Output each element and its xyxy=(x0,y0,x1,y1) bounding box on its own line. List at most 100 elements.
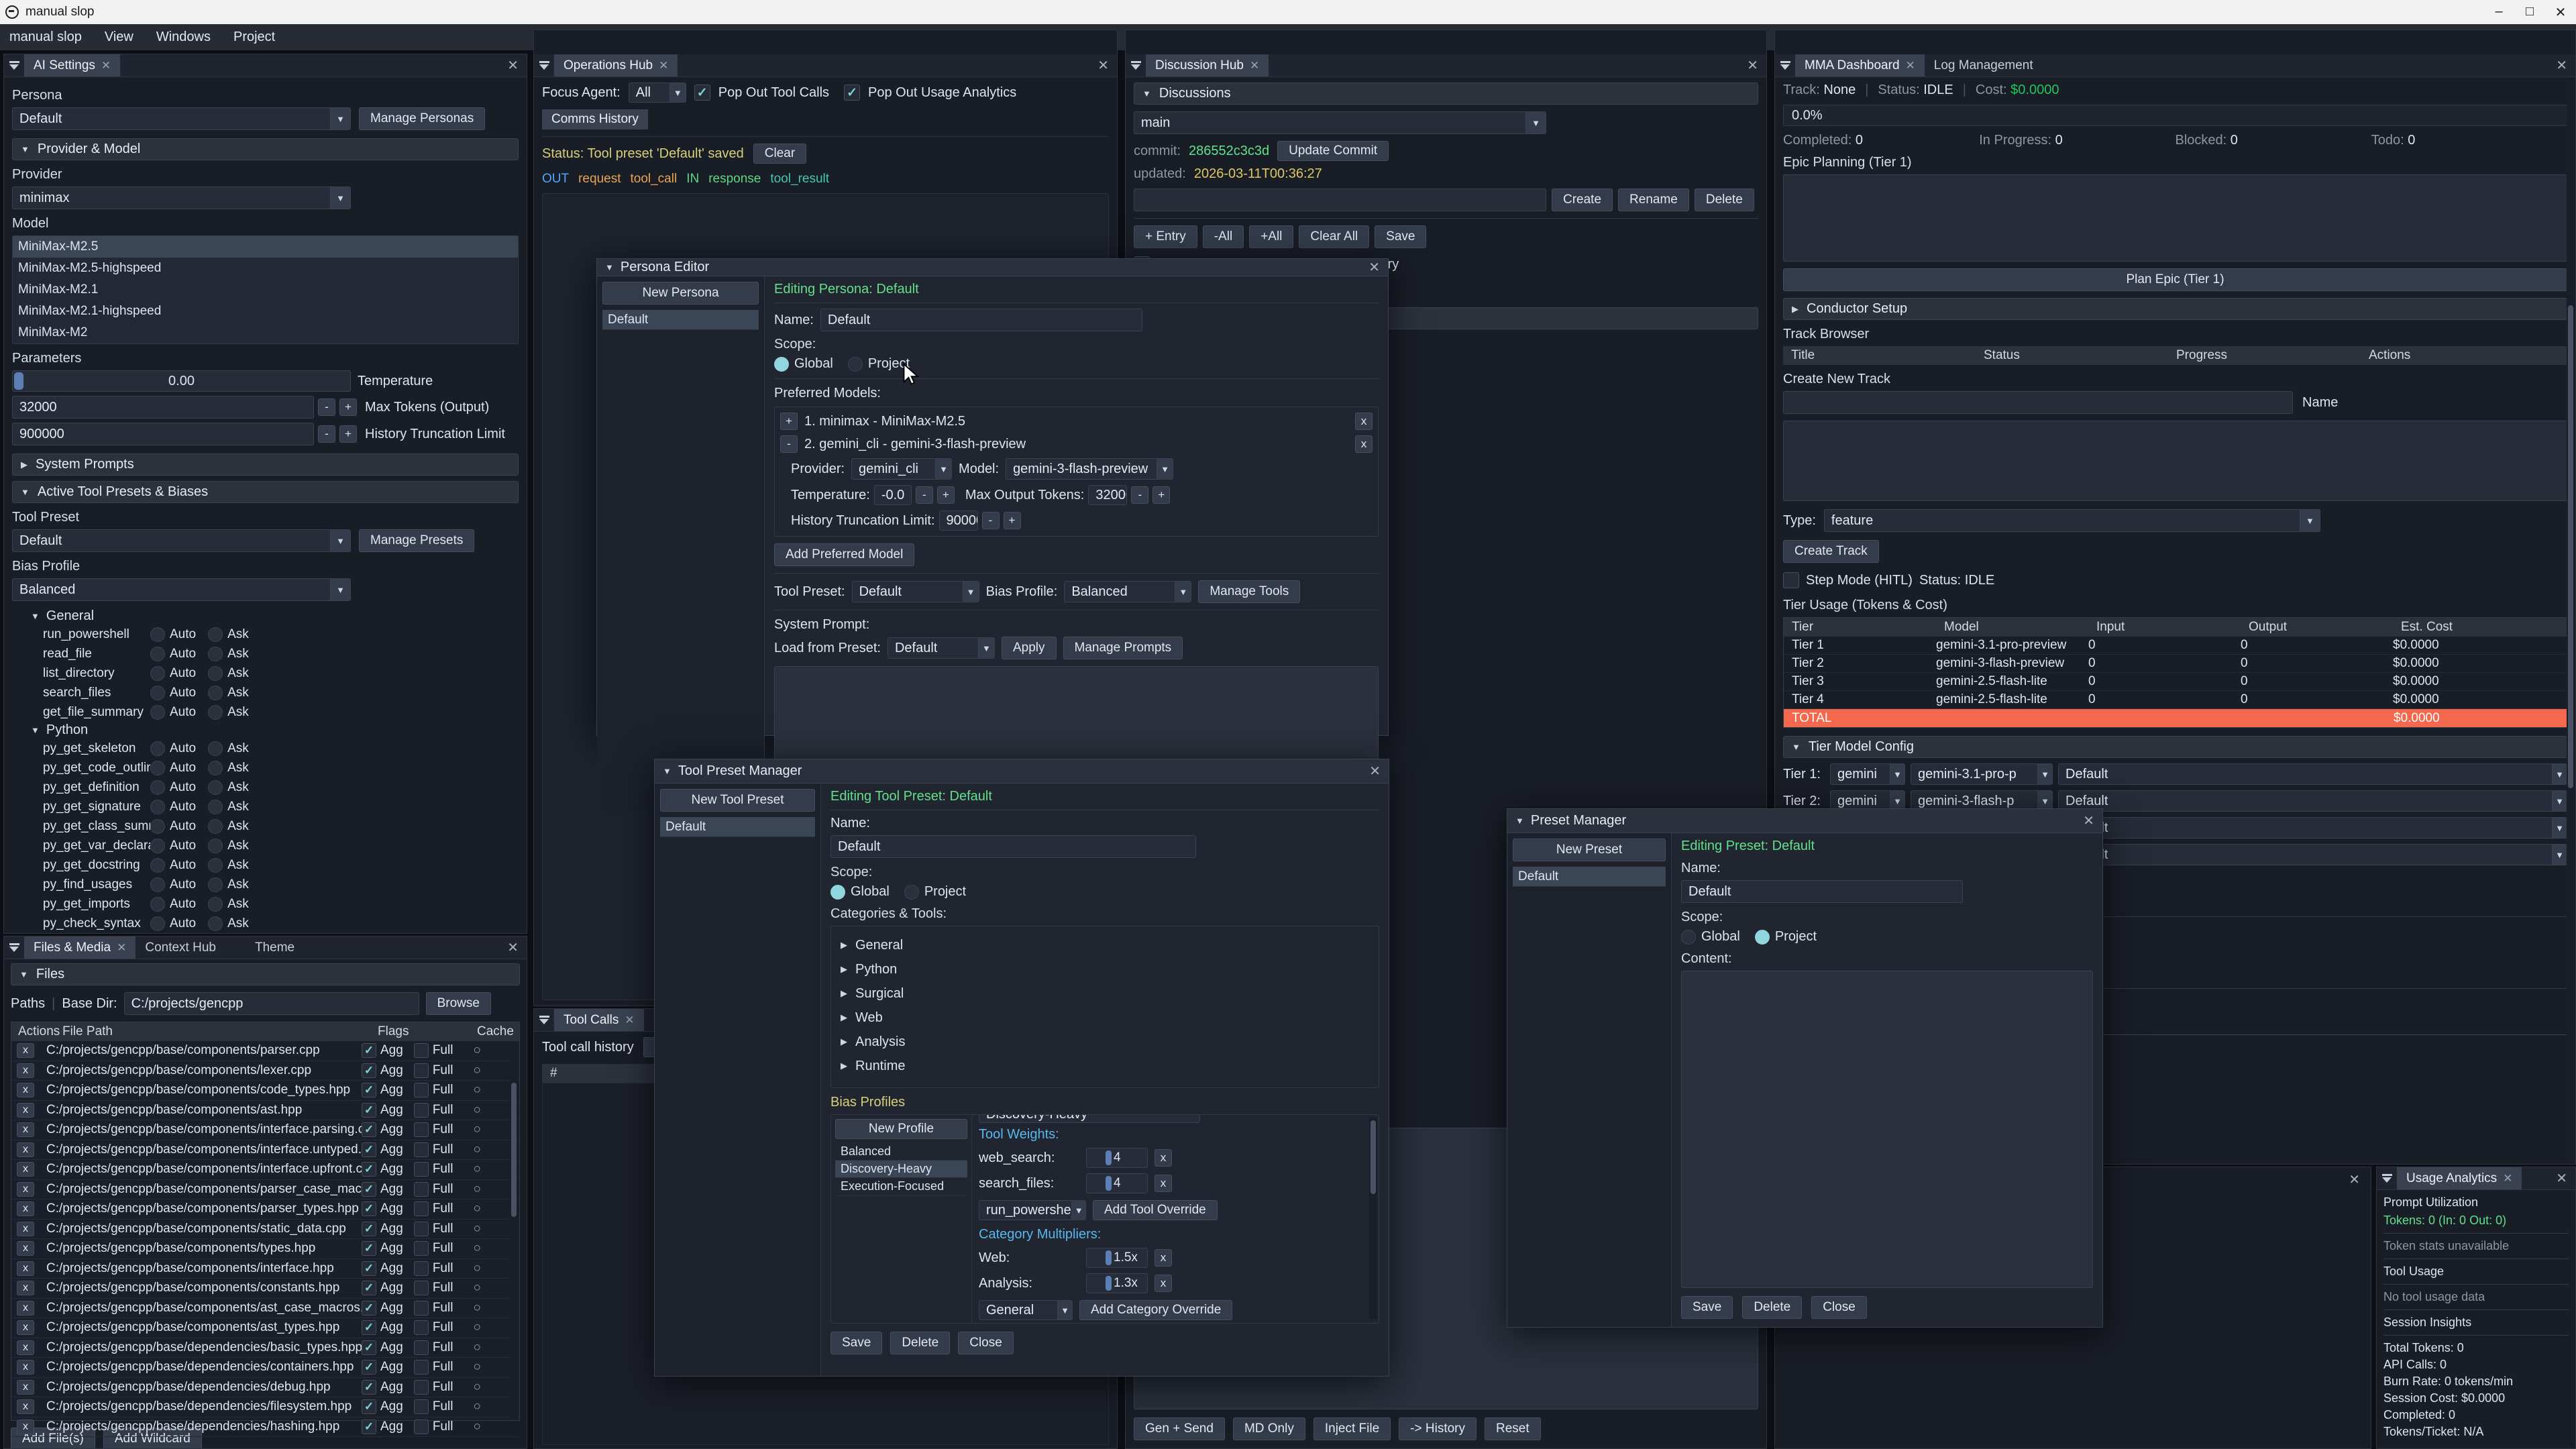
compose-button[interactable]: MD Only xyxy=(1233,1417,1305,1440)
dock-menu-icon[interactable] xyxy=(1126,54,1146,76)
entry-button[interactable]: + Entry xyxy=(1134,225,1197,248)
full-checkbox[interactable]: ✓ xyxy=(414,1380,429,1395)
close-button[interactable]: ✕ xyxy=(2545,4,2576,21)
category-node[interactable]: ▶ General xyxy=(841,933,1369,957)
file-row[interactable]: x C:/projects/gencpp/base/components/con… xyxy=(11,1279,519,1299)
full-checkbox[interactable]: ✓ xyxy=(414,1063,429,1078)
panel-close-icon[interactable]: ✕ xyxy=(2341,1171,2368,1188)
tool-preset-name-input[interactable]: Default xyxy=(830,835,1196,858)
profile-name-input[interactable]: Discovery-Heavy xyxy=(979,1114,1200,1123)
popout-tool-calls-checkbox[interactable]: ✓ xyxy=(694,85,710,101)
category-node[interactable]: ▶ Python xyxy=(841,957,1369,981)
ask-radio[interactable] xyxy=(208,916,223,931)
decrement-button[interactable]: - xyxy=(1131,486,1148,504)
full-checkbox[interactable]: ✓ xyxy=(414,1222,429,1236)
ask-radio[interactable] xyxy=(208,819,223,834)
tier-provider-select[interactable]: gemini ▼ xyxy=(1830,763,1905,785)
manage-personas-button[interactable]: Manage Personas xyxy=(359,107,485,130)
move-up-button[interactable]: + xyxy=(780,413,798,430)
max-tokens-input[interactable]: 32000 xyxy=(12,396,314,419)
remove-file-button[interactable]: x xyxy=(17,1241,34,1256)
tier-preset-select[interactable]: Default ▼ xyxy=(2058,817,2567,839)
file-row[interactable]: x C:/projects/gencpp/base/components/ast… xyxy=(11,1318,519,1338)
dialog-close-icon[interactable]: ✕ xyxy=(1368,259,1380,276)
scope-global-radio[interactable] xyxy=(774,357,789,372)
remove-file-button[interactable]: x xyxy=(17,1043,34,1058)
full-checkbox[interactable]: ✓ xyxy=(414,1301,429,1316)
ask-radio[interactable] xyxy=(208,627,223,642)
agg-checkbox[interactable]: ✓ xyxy=(362,1201,376,1216)
increment-button[interactable]: + xyxy=(339,425,357,443)
weight-slider[interactable]: 4 xyxy=(1086,1148,1148,1168)
slider-handle[interactable] xyxy=(14,372,23,390)
file-row[interactable]: x C:/projects/gencpp/base/components/int… xyxy=(11,1140,519,1161)
file-row[interactable]: x C:/projects/gencpp/base/components/par… xyxy=(11,1180,519,1200)
tier-preset-select[interactable]: Default ▼ xyxy=(2058,763,2567,785)
remove-weight-button[interactable]: x xyxy=(1155,1175,1172,1192)
decrement-button[interactable]: - xyxy=(982,512,1000,529)
increment-button[interactable]: + xyxy=(1004,512,1021,529)
agg-checkbox[interactable]: ✓ xyxy=(362,1419,376,1434)
ask-radio[interactable] xyxy=(208,877,223,892)
full-checkbox[interactable]: ✓ xyxy=(414,1281,429,1295)
preset-list-item[interactable]: Default xyxy=(1513,867,1666,887)
full-checkbox[interactable]: ✓ xyxy=(414,1201,429,1216)
remove-file-button[interactable]: x xyxy=(17,1201,34,1216)
menu-item[interactable]: manual slop xyxy=(9,30,82,45)
scope-global-radio[interactable] xyxy=(830,885,845,900)
agg-checkbox[interactable]: ✓ xyxy=(362,1301,376,1316)
model-list-item[interactable]: MiniMax-M2.5-highspeed xyxy=(13,258,518,279)
entry-button[interactable]: Save xyxy=(1375,225,1426,248)
bias-profile-item[interactable]: Execution-Focused xyxy=(835,1178,967,1195)
agg-checkbox[interactable]: ✓ xyxy=(362,1360,376,1375)
tier-preset-select[interactable]: Default ▼ xyxy=(2058,844,2567,865)
dock-menu-icon[interactable] xyxy=(534,54,554,76)
category-node[interactable]: ▶ Runtime xyxy=(841,1054,1369,1078)
move-down-button[interactable]: - xyxy=(780,435,798,453)
ask-radio[interactable] xyxy=(208,858,223,873)
add-category-override-button[interactable]: Add Category Override xyxy=(1079,1300,1232,1320)
ask-radio[interactable] xyxy=(208,839,223,853)
agg-checkbox[interactable]: ✓ xyxy=(362,1380,376,1395)
menu-item[interactable]: Windows xyxy=(156,30,211,45)
tool-preset-select[interactable]: Default ▼ xyxy=(12,529,351,552)
entry-button[interactable]: +All xyxy=(1249,225,1293,248)
agg-checkbox[interactable]: ✓ xyxy=(362,1142,376,1157)
auto-radio[interactable] xyxy=(150,741,165,756)
file-row[interactable]: x C:/projects/gencpp/base/components/par… xyxy=(11,1041,519,1061)
file-row[interactable]: x C:/projects/gencpp/base/components/par… xyxy=(11,1199,519,1220)
file-row[interactable]: x C:/projects/gencpp/base/components/int… xyxy=(11,1160,519,1180)
file-row[interactable]: x C:/projects/gencpp/base/components/ast… xyxy=(11,1299,519,1319)
section-active-tool-presets[interactable]: ▼ Active Tool Presets & Biases xyxy=(12,481,519,503)
compose-button[interactable]: -> History xyxy=(1399,1417,1477,1440)
ask-radio[interactable] xyxy=(208,686,223,700)
rename-discussion-button[interactable]: Rename xyxy=(1618,189,1689,211)
full-checkbox[interactable]: ✓ xyxy=(414,1122,429,1137)
remove-file-button[interactable]: x xyxy=(17,1103,34,1118)
remove-multiplier-button[interactable]: x xyxy=(1155,1275,1172,1292)
tab-close-icon[interactable]: ✕ xyxy=(101,59,111,72)
plan-epic-button[interactable]: Plan Epic (Tier 1) xyxy=(1783,268,2567,291)
clear-status-button[interactable]: Clear xyxy=(753,144,806,164)
agg-checkbox[interactable]: ✓ xyxy=(362,1281,376,1295)
track-description-textarea[interactable] xyxy=(1783,421,2567,501)
tool-preset-manager-titlebar[interactable]: ▼ Tool Preset Manager ✕ xyxy=(655,759,1389,784)
entry-button[interactable]: -All xyxy=(1203,225,1244,248)
increment-button[interactable]: + xyxy=(339,398,357,416)
agg-checkbox[interactable]: ✓ xyxy=(362,1261,376,1276)
full-checkbox[interactable]: ✓ xyxy=(414,1320,429,1335)
bias-profile-item[interactable]: Balanced xyxy=(835,1143,967,1161)
scope-project-radio[interactable] xyxy=(904,885,919,900)
multiplier-slider[interactable]: 1.3x xyxy=(1086,1273,1148,1293)
compose-button[interactable]: Reset xyxy=(1485,1417,1541,1440)
pe-bias-profile-select[interactable]: Balanced ▼ xyxy=(1064,581,1191,602)
manage-presets-button[interactable]: Manage Presets xyxy=(359,529,474,552)
file-row[interactable]: x C:/projects/gencpp/base/components/lex… xyxy=(11,1061,519,1081)
menu-item[interactable]: Project xyxy=(233,30,275,45)
base-dir-input[interactable]: C:/projects/gencpp xyxy=(124,992,419,1015)
agg-checkbox[interactable]: ✓ xyxy=(362,1182,376,1197)
new-preset-button[interactable]: New Preset xyxy=(1513,839,1666,861)
category-override-select[interactable]: General ▼ xyxy=(979,1300,1073,1320)
focus-agent-select[interactable]: All ▼ xyxy=(629,83,686,103)
full-checkbox[interactable]: ✓ xyxy=(414,1142,429,1157)
